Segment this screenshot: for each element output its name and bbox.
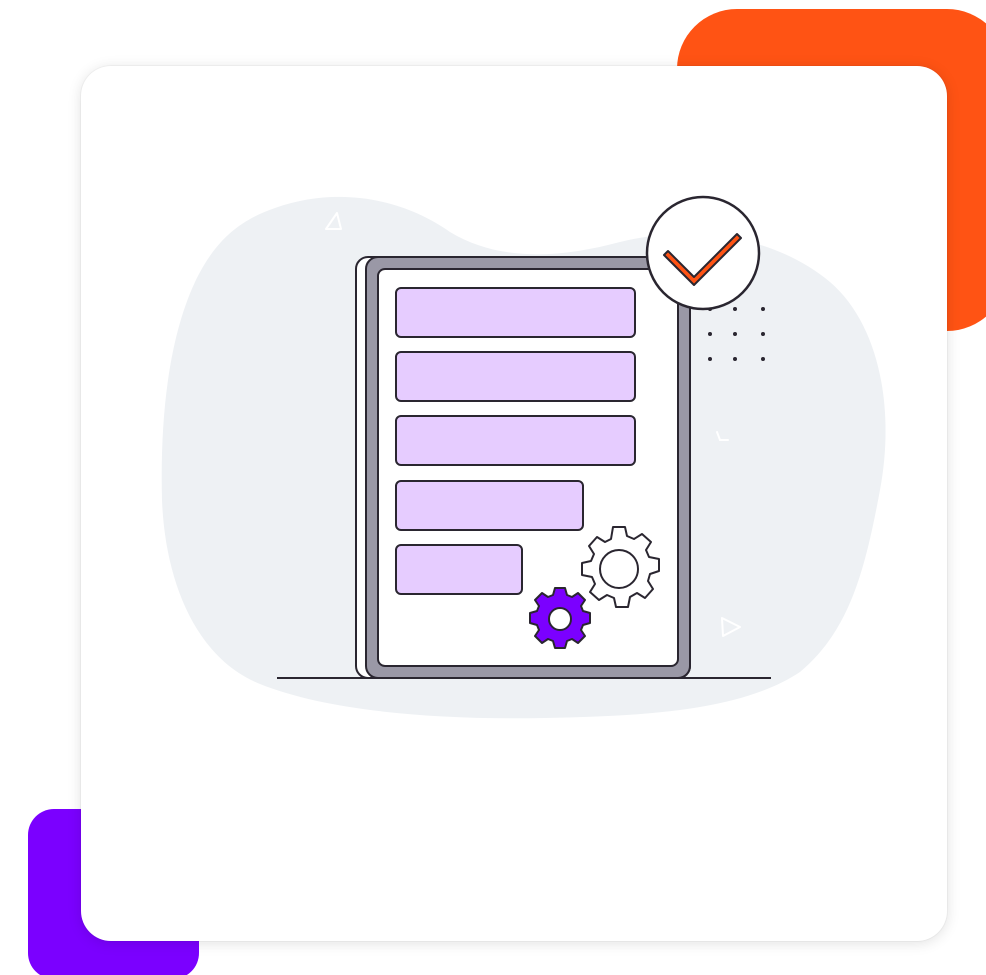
document-bar: [395, 415, 636, 466]
gear-icon: [529, 587, 591, 649]
illustration: [161, 195, 886, 719]
stage: [0, 0, 986, 975]
document-bar: [395, 480, 584, 531]
check-circle-icon: [645, 195, 761, 311]
document-bar: [395, 351, 636, 402]
document-bar: [395, 544, 523, 595]
document-bar: [395, 287, 636, 338]
